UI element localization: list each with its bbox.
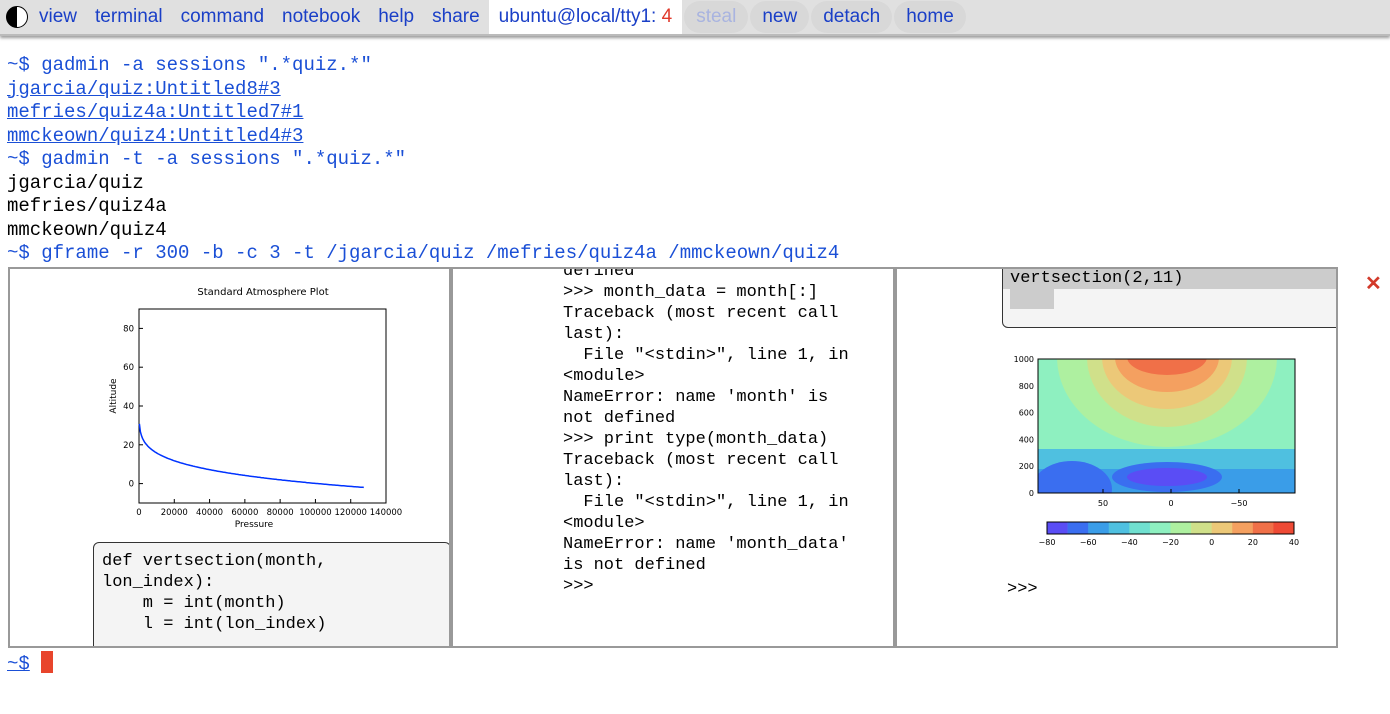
colorbar-swatch [1149, 522, 1171, 534]
frame-jgarcia-quiz[interactable]: Standard Atmosphere Plot 0 20000 40000 6000… [8, 267, 451, 648]
terminal-line: mmckeown/quiz4 [7, 218, 167, 241]
code-cell[interactable]: vertsection(2,11) [1002, 269, 1336, 328]
y-tick-label: 40 [123, 402, 134, 412]
y-tick-label: 0 [129, 480, 134, 490]
menu-bar: view terminal command notebook help shar… [0, 0, 1390, 36]
colorbar-swatch [1170, 522, 1192, 534]
x-tick-label: 20000 [161, 508, 188, 518]
y-tick-label: 800 [1019, 382, 1034, 391]
cell-input[interactable]: vertsection(2,11) [1003, 269, 1336, 289]
x-tick-label: 0 [1168, 499, 1173, 508]
y-tick-label: 20 [123, 441, 134, 451]
prompt[interactable]: ~$ [7, 653, 30, 675]
colorbar-tick-label: −40 [1121, 538, 1138, 547]
y-tick-label: 1000 [1014, 355, 1034, 364]
detach-button[interactable]: detach [811, 1, 893, 33]
colorbar-swatch [1129, 522, 1151, 534]
yin-yang-logo-icon[interactable] [6, 6, 28, 28]
colorbar-tick-label: 0 [1209, 538, 1214, 547]
terminal-line: mefries/quiz4a [7, 195, 167, 217]
x-axis-label: Pressure [235, 520, 274, 530]
x-tick-label: −50 [1231, 499, 1248, 508]
colorbar-swatch [1088, 522, 1110, 534]
terminal-line: ~$ gadmin -t -a sessions ".*quiz.*" [7, 148, 407, 170]
x-tick-label: 120000 [334, 508, 366, 518]
session-count: 4 [661, 6, 673, 27]
vertsection-contour-plot: 0 200 400 600 800 1000 50 0 −50 −80 −60 −40 −20 0 20 4… [1014, 355, 1299, 547]
terminal-line: jgarcia/quiz [7, 171, 144, 194]
y-tick-label: 600 [1019, 409, 1034, 418]
python-console-output: defined >>> month_data = month[:] Traceb… [563, 267, 849, 596]
colorbar-tick-label: −60 [1080, 538, 1097, 547]
menu-view[interactable]: view [30, 0, 86, 34]
x-tick-label: 100000 [299, 508, 331, 518]
frame-mefries-quiz4a[interactable]: defined >>> month_data = month[:] Traceb… [451, 267, 895, 648]
x-tick-label: 0 [136, 508, 141, 518]
menu-command[interactable]: command [172, 0, 273, 34]
y-axis-label: Altitude [109, 378, 119, 414]
colorbar-swatch [1067, 522, 1089, 534]
colorbar-tick-label: 40 [1289, 538, 1299, 547]
colorbar-tick-label: −80 [1039, 538, 1056, 547]
x-tick-label: 60000 [231, 508, 258, 518]
colorbar-swatch [1108, 522, 1130, 534]
terminal-output: ~$ gadmin -a sessions ".*quiz.*" jgarcia/… [7, 54, 839, 266]
atmosphere-plot: Standard Atmosphere Plot 0 20000 40000 6000… [109, 287, 402, 530]
menu-terminal[interactable]: terminal [86, 0, 172, 34]
x-tick-label: 80000 [267, 508, 294, 518]
terminal-prompt-line[interactable]: ~$ [7, 651, 54, 677]
colorbar-swatch [1273, 522, 1295, 534]
colorbar-tick-label: 20 [1248, 538, 1258, 547]
plot-axes [138, 308, 387, 504]
home-button[interactable]: home [894, 1, 966, 33]
session-name: ubuntu@local/tty1: [498, 6, 657, 27]
cursor[interactable] [41, 651, 54, 673]
session-label: ubuntu@local/tty1: 4 [488, 0, 683, 34]
terminal-line: ~$ gadmin -a sessions ".*quiz.*" [7, 54, 372, 76]
y-tick-label: 60 [123, 363, 134, 373]
x-tick-label: 40000 [196, 508, 223, 518]
contour-fill [1038, 359, 1295, 493]
menu-share[interactable]: share [423, 0, 489, 34]
y-tick-label: 200 [1019, 462, 1034, 471]
y-tick-label: 80 [123, 324, 134, 334]
plot-title: Standard Atmosphere Plot [197, 287, 328, 298]
colorbar-swatch [1211, 522, 1233, 534]
session-link[interactable]: mefries/quiz4a:Untitled7#1 [7, 101, 839, 125]
steal-button[interactable]: steal [684, 1, 749, 33]
code-cell[interactable]: def vertsection(month, lon_index): m = i… [93, 542, 449, 646]
console-prompt: >>> [1007, 580, 1038, 599]
session-link[interactable]: jgarcia/quiz:Untitled8#3 [7, 78, 839, 102]
colorbar-swatch [1252, 522, 1274, 534]
terminal-line: ~$ gframe -r 300 -b -c 3 -t /jgarcia/qui… [7, 242, 840, 264]
y-tick-label: 400 [1019, 435, 1034, 444]
new-button[interactable]: new [750, 1, 810, 33]
x-tick-label: 50 [1098, 499, 1108, 508]
frame-mmckeown-quiz4[interactable]: vertsection(2,11) 0 200 400 600 800 1000 50 0 −5… [895, 267, 1338, 648]
menu-notebook[interactable]: notebook [273, 0, 369, 34]
cell-output-block [1010, 289, 1054, 309]
colorbar-swatch [1047, 522, 1068, 534]
colorbar-swatch [1191, 522, 1212, 534]
menu-help[interactable]: help [369, 0, 423, 34]
colorbar-tick-label: −20 [1162, 538, 1179, 547]
y-tick-label: 0 [1029, 489, 1034, 498]
session-link[interactable]: mmckeown/quiz4:Untitled4#3 [7, 125, 839, 149]
close-icon[interactable]: ✕ [1365, 271, 1382, 296]
colorbar-swatch [1232, 522, 1254, 534]
altitude-curve [138, 423, 364, 489]
x-tick-label: 140000 [370, 508, 402, 518]
